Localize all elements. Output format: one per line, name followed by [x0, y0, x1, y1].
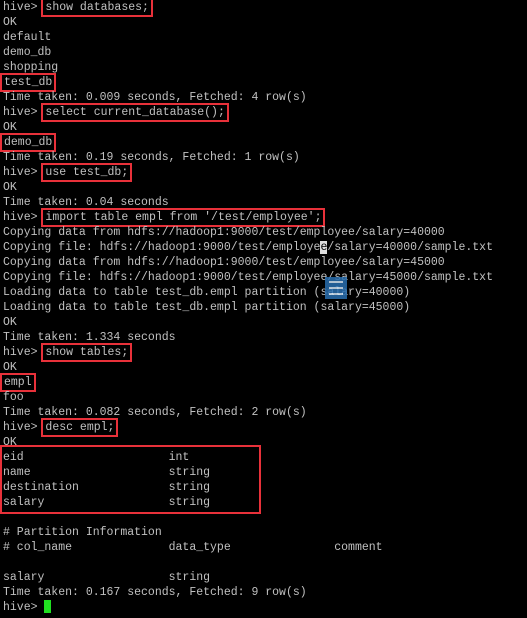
highlighted-output: empl [0, 373, 36, 392]
output-text: OK [3, 181, 17, 194]
output-text: Time taken: 0.082 seconds, Fetched: 2 ro… [3, 406, 307, 419]
highlighted-output: test_db [0, 73, 57, 92]
output-text: OK [3, 361, 17, 374]
output-text: shopping [3, 61, 59, 74]
command-line: hive> show tables; [3, 343, 133, 362]
command-line: hive> use test_db; [3, 163, 133, 182]
selection-cursor: e [320, 241, 328, 254]
output-line: Copying data from hdfs://hadoop1:9000/te… [3, 225, 445, 240]
highlighted-command: show tables; [41, 343, 133, 362]
output-text: OK [3, 121, 17, 134]
highlighted-output: demo_db [0, 133, 57, 152]
output-line: foo [3, 390, 24, 405]
output-line: Time taken: 1.334 seconds [3, 330, 176, 345]
output-text: OK [3, 16, 17, 29]
command-line: hive> show databases; [3, 0, 153, 17]
shell-prompt: hive> [3, 166, 45, 179]
shell-prompt: hive> [3, 421, 45, 434]
output-line: Time taken: 0.167 seconds, Fetched: 9 ro… [3, 585, 307, 600]
text-cursor[interactable] [44, 600, 52, 614]
command-line: hive> select current_database(); [3, 103, 229, 122]
output-text: Time taken: 0.167 seconds, Fetched: 9 ro… [3, 586, 307, 599]
highlighted-command: import table empl from '/test/employee'; [41, 208, 326, 227]
output-text: Time taken: 0.04 seconds [3, 196, 169, 209]
output-text: Copying file: hdfs://hadoop1:9000/test/e… [3, 241, 493, 254]
output-text: Copying data from hdfs://hadoop1:9000/te… [3, 256, 445, 269]
highlighted-command: desc empl; [41, 418, 119, 437]
command-line: hive> desc empl; [3, 418, 119, 437]
output-text: Time taken: 1.334 seconds [3, 331, 176, 344]
output-text: Loading data to table test_db.empl parti… [3, 286, 411, 299]
output-line: Copying file: hdfs://hadoop1:9000/test/e… [3, 270, 493, 285]
output-line: OK [3, 180, 17, 195]
output-text: foo [3, 391, 24, 404]
output-line: # Partition Information [3, 525, 162, 540]
output-line: OK [3, 360, 17, 375]
output-text: Copying data from hdfs://hadoop1:9000/te… [3, 226, 445, 239]
schema-highlight-box [0, 445, 261, 514]
highlighted-command: show databases; [41, 0, 153, 17]
output-line: Loading data to table test_db.empl parti… [3, 285, 410, 300]
output-line: salary string [3, 570, 210, 585]
output-line: OK [3, 15, 17, 30]
output-text: Time taken: 0.009 seconds, Fetched: 4 ro… [3, 91, 307, 104]
output-line: Time taken: 0.04 seconds [3, 195, 169, 210]
output-line: demo_db [3, 45, 51, 60]
output-text: Loading data to table test_db.empl parti… [3, 301, 411, 314]
output-line: shopping [3, 60, 58, 75]
command-line: hive> [3, 600, 52, 615]
output-text: default [3, 31, 52, 44]
shell-prompt: hive> [3, 106, 45, 119]
shell-prompt: hive> [3, 346, 45, 359]
highlighted-command: select current_database(); [41, 103, 229, 122]
output-text: OK [3, 316, 17, 329]
output-text: demo_db [3, 46, 52, 59]
output-line: Time taken: 0.082 seconds, Fetched: 2 ro… [3, 405, 307, 420]
output-line: OK [3, 120, 17, 135]
output-line: OK [3, 315, 17, 330]
output-text: Copying file: hdfs://hadoop1:9000/test/e… [3, 271, 493, 284]
output-text: # Partition Information [3, 526, 162, 539]
output-line: demo_db [0, 133, 57, 152]
output-text: salary string [3, 571, 211, 584]
command-line: hive> import table empl from '/test/empl… [3, 208, 326, 227]
output-line: Copying data from hdfs://hadoop1:9000/te… [3, 255, 445, 270]
shell-prompt: hive> [3, 1, 45, 14]
highlighted-command: use test_db; [41, 163, 133, 182]
output-line: test_db [0, 73, 57, 92]
output-text: Time taken: 0.19 seconds, Fetched: 1 row… [3, 151, 300, 164]
output-text: # col_name data_type comment [3, 541, 383, 554]
output-line: Copying file: hdfs://hadoop1:9000/test/e… [3, 240, 493, 255]
output-line: Time taken: 0.19 seconds, Fetched: 1 row… [3, 150, 300, 165]
shell-prompt: hive> [3, 601, 45, 614]
shell-prompt: hive> [3, 211, 45, 224]
output-line: empl [0, 373, 36, 392]
document-overlay-icon[interactable] [325, 277, 347, 299]
output-line: Loading data to table test_db.empl parti… [3, 300, 410, 315]
terminal-window[interactable]: hive> show databases; OK default demo_db sho… [0, 0, 527, 618]
output-line: # col_name data_type comment [3, 540, 383, 555]
output-line: default [3, 30, 51, 45]
output-line: Time taken: 0.009 seconds, Fetched: 4 ro… [3, 90, 307, 105]
